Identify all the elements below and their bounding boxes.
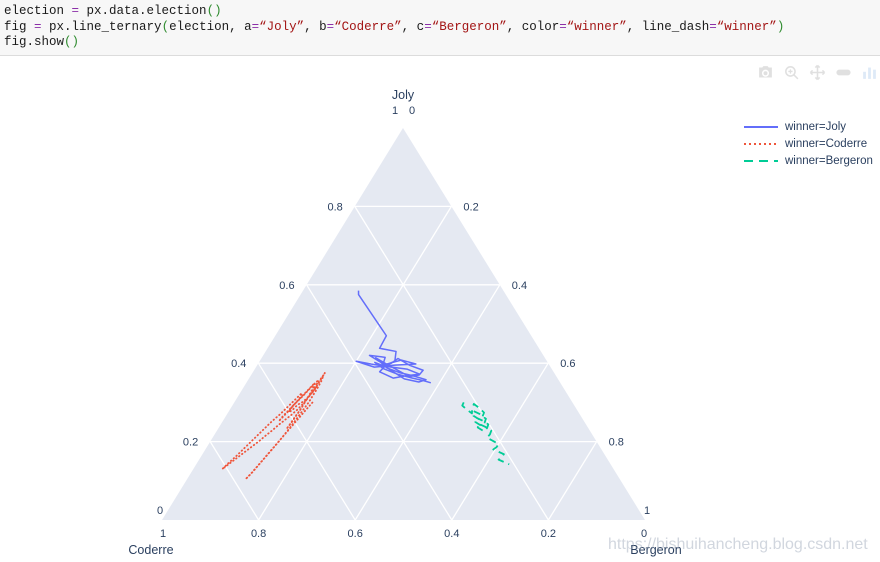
legend-item-2[interactable]: winner=Bergeron (744, 152, 880, 169)
legend-label: winner=Coderre (785, 137, 868, 150)
legend-swatch-icon (744, 159, 778, 162)
tick-label: 0.2 (183, 437, 198, 449)
tick-label: 0 (641, 528, 647, 540)
legend-swatch-icon (744, 125, 778, 128)
legend-item-1[interactable]: winner=Coderre (744, 135, 880, 152)
tick-label: 0.8 (328, 201, 343, 213)
tick-label: 0.8 (609, 437, 624, 449)
code-snippet: election = px.data.election() fig = px.li… (0, 0, 880, 56)
tick-label: 0.4 (231, 358, 246, 370)
code-line-3: fig.show() (4, 35, 80, 49)
axis-title: Coderre (128, 543, 173, 557)
code-line-2: fig = px.line_ternary(election, a=“Joly”… (4, 19, 785, 34)
legend-swatch-icon (744, 142, 778, 145)
axis-title: Bergeron (630, 543, 681, 557)
tick-label: 0.2 (541, 528, 556, 540)
tick-label: 0.2 (463, 201, 478, 213)
ternary-background (162, 128, 645, 520)
tick-label: 0.4 (512, 280, 527, 292)
tick-label: 0.4 (444, 528, 459, 540)
tick-label: 0 (157, 505, 163, 517)
tick-label: 0.6 (560, 358, 575, 370)
tick-label: 1 (160, 528, 166, 540)
tick-label: 0 (409, 105, 415, 117)
legend-label: winner=Bergeron (785, 154, 873, 167)
tick-label: 0.6 (279, 280, 294, 292)
legend[interactable]: winner=Joly winner=Coderre winner=Bergeron (744, 118, 880, 169)
tick-label: 1 (644, 505, 650, 517)
tick-label: 0.6 (348, 528, 363, 540)
legend-item-0[interactable]: winner=Joly (744, 118, 880, 135)
legend-label: winner=Joly (785, 120, 847, 133)
code-line-1: election = px.data.election() (4, 4, 222, 18)
axis-title: Joly (392, 88, 415, 102)
tick-label: 0.8 (251, 528, 266, 540)
tick-label: 1 (392, 105, 398, 117)
